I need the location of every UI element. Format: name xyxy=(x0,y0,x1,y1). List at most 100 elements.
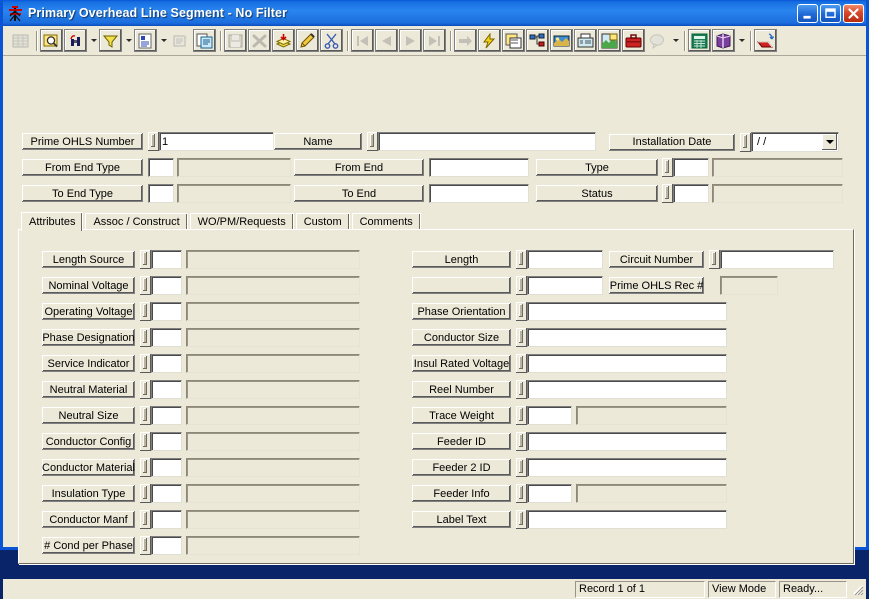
feeder-2-id-input[interactable] xyxy=(527,458,727,477)
conductor-size-lov-icon[interactable] xyxy=(516,328,527,347)
picture-map-icon[interactable] xyxy=(598,29,621,52)
neutral-material-lov-icon[interactable] xyxy=(140,380,151,399)
feeder-2-id-lov-icon[interactable] xyxy=(516,458,527,477)
insert-record-icon[interactable] xyxy=(272,29,295,52)
tab-wo-pm-requests[interactable]: WO/PM/Requests xyxy=(189,213,294,230)
map-view-icon[interactable] xyxy=(550,29,573,52)
type-code[interactable] xyxy=(673,158,709,177)
type-label[interactable]: Type xyxy=(535,158,659,177)
status-lov-icon[interactable] xyxy=(662,184,673,203)
length-source-label[interactable]: Length Source xyxy=(41,250,136,269)
prime-ohls-rec-label[interactable]: Prime OHLS Rec # xyxy=(608,276,705,295)
conductor-manf-lov-icon[interactable] xyxy=(140,510,151,529)
reel-number-label[interactable]: Reel Number xyxy=(411,380,512,399)
find-binoculars-icon[interactable] xyxy=(64,29,87,52)
maximize-button[interactable] xyxy=(820,3,841,23)
hierarchy-icon[interactable] xyxy=(526,29,549,52)
trace-weight-input[interactable] xyxy=(527,406,572,425)
right-1-label[interactable] xyxy=(411,276,512,295)
neutral-size-code[interactable] xyxy=(151,406,182,425)
cond-per-phase-label[interactable]: # Cond per Phase xyxy=(41,536,136,555)
toolbox-icon[interactable] xyxy=(622,29,645,52)
label-text-input[interactable] xyxy=(527,510,727,529)
title-bar[interactable]: Primary Overhead Line Segment - No Filte… xyxy=(3,0,866,26)
close-button[interactable] xyxy=(843,3,864,23)
conductor-size-input[interactable] xyxy=(527,328,727,347)
conductor-config-label[interactable]: Conductor Config xyxy=(41,432,136,451)
balloon-help-icon[interactable] xyxy=(646,29,669,52)
copy-record-icon[interactable] xyxy=(193,29,216,52)
conductor-size-label[interactable]: Conductor Size xyxy=(411,328,512,347)
right-1-lov-icon[interactable] xyxy=(516,276,527,295)
circuit-number-lov-icon[interactable] xyxy=(709,250,720,269)
query-icon[interactable] xyxy=(40,29,63,52)
insul-rated-voltage-lov-icon[interactable] xyxy=(516,354,527,373)
edit-pencil-icon[interactable] xyxy=(296,29,319,52)
resize-grip-icon[interactable] xyxy=(850,582,864,596)
insul-rated-voltage-input[interactable] xyxy=(527,354,727,373)
phase-designation-label[interactable]: Phase Designation xyxy=(41,328,136,347)
first-record-icon[interactable] xyxy=(351,29,374,52)
balloon-dropdown-arrow-icon[interactable] xyxy=(670,29,681,52)
to-end-type-label[interactable]: To End Type xyxy=(21,184,144,203)
reel-number-input[interactable] xyxy=(527,380,727,399)
service-indicator-label[interactable]: Service Indicator xyxy=(41,354,136,373)
book-dropdown-arrow-icon[interactable] xyxy=(736,29,747,52)
properties-icon[interactable] xyxy=(169,29,192,52)
tab-custom[interactable]: Custom xyxy=(295,213,350,230)
cut-scissors-icon[interactable] xyxy=(320,29,343,52)
service-indicator-code[interactable] xyxy=(151,354,182,373)
operating-voltage-lov-icon[interactable] xyxy=(140,302,151,321)
type-lov-icon[interactable] xyxy=(662,158,673,177)
phase-orientation-lov-icon[interactable] xyxy=(516,302,527,321)
circuit-number-input[interactable] xyxy=(720,250,834,269)
tab-attributes[interactable]: Attributes xyxy=(21,212,84,231)
feeder-info-lov-icon[interactable] xyxy=(516,484,527,503)
status-code[interactable] xyxy=(673,184,709,203)
report-icon[interactable] xyxy=(134,29,157,52)
calculator-icon[interactable] xyxy=(688,29,711,52)
filter-dropdown-arrow-icon[interactable] xyxy=(123,29,134,52)
minimize-button[interactable] xyxy=(797,3,818,23)
from-end-label[interactable]: From End xyxy=(293,158,425,177)
operating-voltage-code[interactable] xyxy=(151,302,182,321)
conductor-material-lov-icon[interactable] xyxy=(140,458,151,477)
nominal-voltage-code[interactable] xyxy=(151,276,182,295)
insulation-type-lov-icon[interactable] xyxy=(140,484,151,503)
to-end-type-code[interactable] xyxy=(148,184,174,203)
conductor-material-label[interactable]: Conductor Material xyxy=(41,458,136,477)
prime-ohls-number-label[interactable]: Prime OHLS Number xyxy=(21,132,144,151)
right-1-input[interactable] xyxy=(527,276,603,295)
from-end-type-code[interactable] xyxy=(148,158,174,177)
installation-date-lov-icon[interactable] xyxy=(740,132,751,152)
prime-ohls-number-input[interactable]: 1 xyxy=(159,132,284,151)
feeder-id-label[interactable]: Feeder ID xyxy=(411,432,512,451)
book-icon[interactable] xyxy=(712,29,735,52)
length-input[interactable] xyxy=(527,250,603,269)
filter-funnel-icon[interactable] xyxy=(99,29,122,52)
feeder-id-input[interactable] xyxy=(527,432,727,451)
installation-date-dropdown-icon[interactable] xyxy=(822,134,837,150)
feeder-info-input[interactable] xyxy=(527,484,572,503)
neutral-material-label[interactable]: Neutral Material xyxy=(41,380,136,399)
save-icon[interactable] xyxy=(224,29,247,52)
service-indicator-lov-icon[interactable] xyxy=(140,354,151,373)
operating-voltage-label[interactable]: Operating Voltage xyxy=(41,302,136,321)
label-text-lov-icon[interactable] xyxy=(516,510,527,529)
neutral-material-code[interactable] xyxy=(151,380,182,399)
insulation-type-label[interactable]: Insulation Type xyxy=(41,484,136,503)
previous-record-icon[interactable] xyxy=(375,29,398,52)
insulation-type-code[interactable] xyxy=(151,484,182,503)
goto-record-icon[interactable] xyxy=(454,29,477,52)
name-input[interactable] xyxy=(378,132,596,151)
cond-per-phase-code[interactable] xyxy=(151,536,182,555)
conductor-manf-code[interactable] xyxy=(151,510,182,529)
tab-assoc-construct[interactable]: Assoc / Construct xyxy=(85,213,188,230)
length-source-lov-icon[interactable] xyxy=(140,250,151,269)
name-label[interactable]: Name xyxy=(273,132,363,151)
trace-weight-label[interactable]: Trace Weight xyxy=(411,406,512,425)
grid-view-icon[interactable] xyxy=(9,29,32,52)
cond-per-phase-lov-icon[interactable] xyxy=(140,536,151,555)
delete-x-icon[interactable] xyxy=(248,29,271,52)
conductor-material-code[interactable] xyxy=(151,458,182,477)
